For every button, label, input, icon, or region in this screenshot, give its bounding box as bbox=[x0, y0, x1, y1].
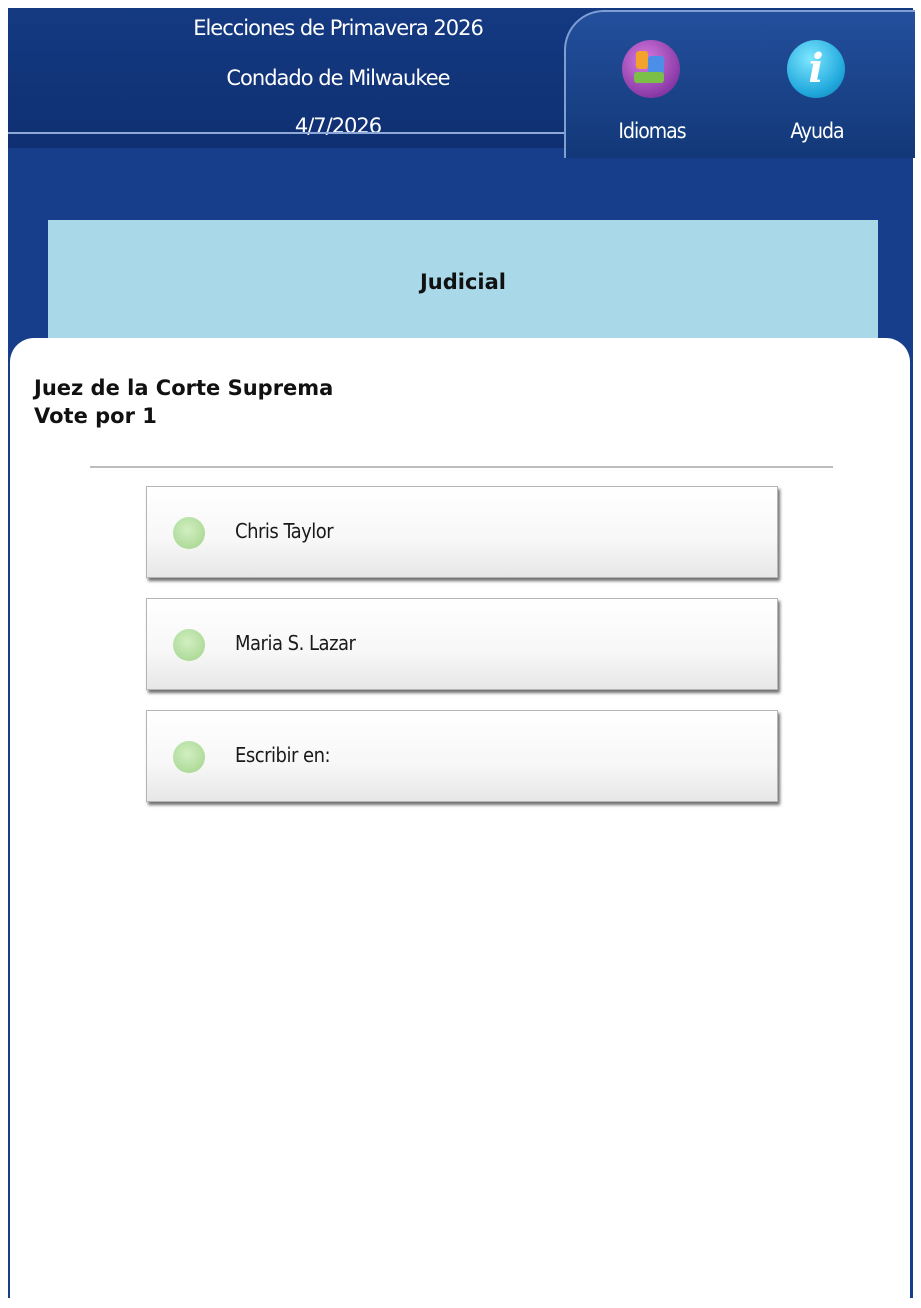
election-info: Elecciones de Primavera 2026 Condado de … bbox=[8, 8, 568, 138]
vote-instruction: Vote por 1 bbox=[34, 404, 157, 428]
header-divider bbox=[8, 132, 573, 134]
choice-label: Escribir en: bbox=[235, 743, 331, 767]
radio-indicator bbox=[173, 741, 205, 773]
ballot-screen: Elecciones de Primavera 2026 Condado de … bbox=[8, 8, 915, 1308]
languages-button[interactable]: Idiomas bbox=[597, 40, 707, 150]
info-icon: i bbox=[787, 40, 845, 98]
contest-divider bbox=[90, 466, 833, 468]
category-title: Judicial bbox=[419, 270, 506, 294]
radio-indicator bbox=[173, 517, 205, 549]
choice-button-write-in[interactable]: Escribir en: bbox=[146, 710, 778, 802]
contest-panel: Juez de la Corte Suprema Vote por 1 Chri… bbox=[10, 338, 910, 1308]
choice-label: Maria S. Lazar bbox=[235, 631, 356, 655]
category-header: Judicial bbox=[48, 220, 878, 350]
languages-icon bbox=[622, 40, 680, 98]
languages-label: Idiomas bbox=[618, 119, 686, 143]
help-button[interactable]: i Ayuda bbox=[762, 40, 872, 150]
toolbar-panel: Idiomas i Ayuda bbox=[564, 10, 915, 158]
choice-label: Chris Taylor bbox=[235, 519, 334, 543]
radio-indicator bbox=[173, 629, 205, 661]
contest-title: Juez de la Corte Suprema bbox=[34, 376, 334, 400]
help-label: Ayuda bbox=[790, 119, 844, 143]
choice-button-maria-s-lazar[interactable]: Maria S. Lazar bbox=[146, 598, 778, 690]
ballot-header: Elecciones de Primavera 2026 Condado de … bbox=[8, 8, 915, 158]
choice-button-chris-taylor[interactable]: Chris Taylor bbox=[146, 486, 778, 578]
